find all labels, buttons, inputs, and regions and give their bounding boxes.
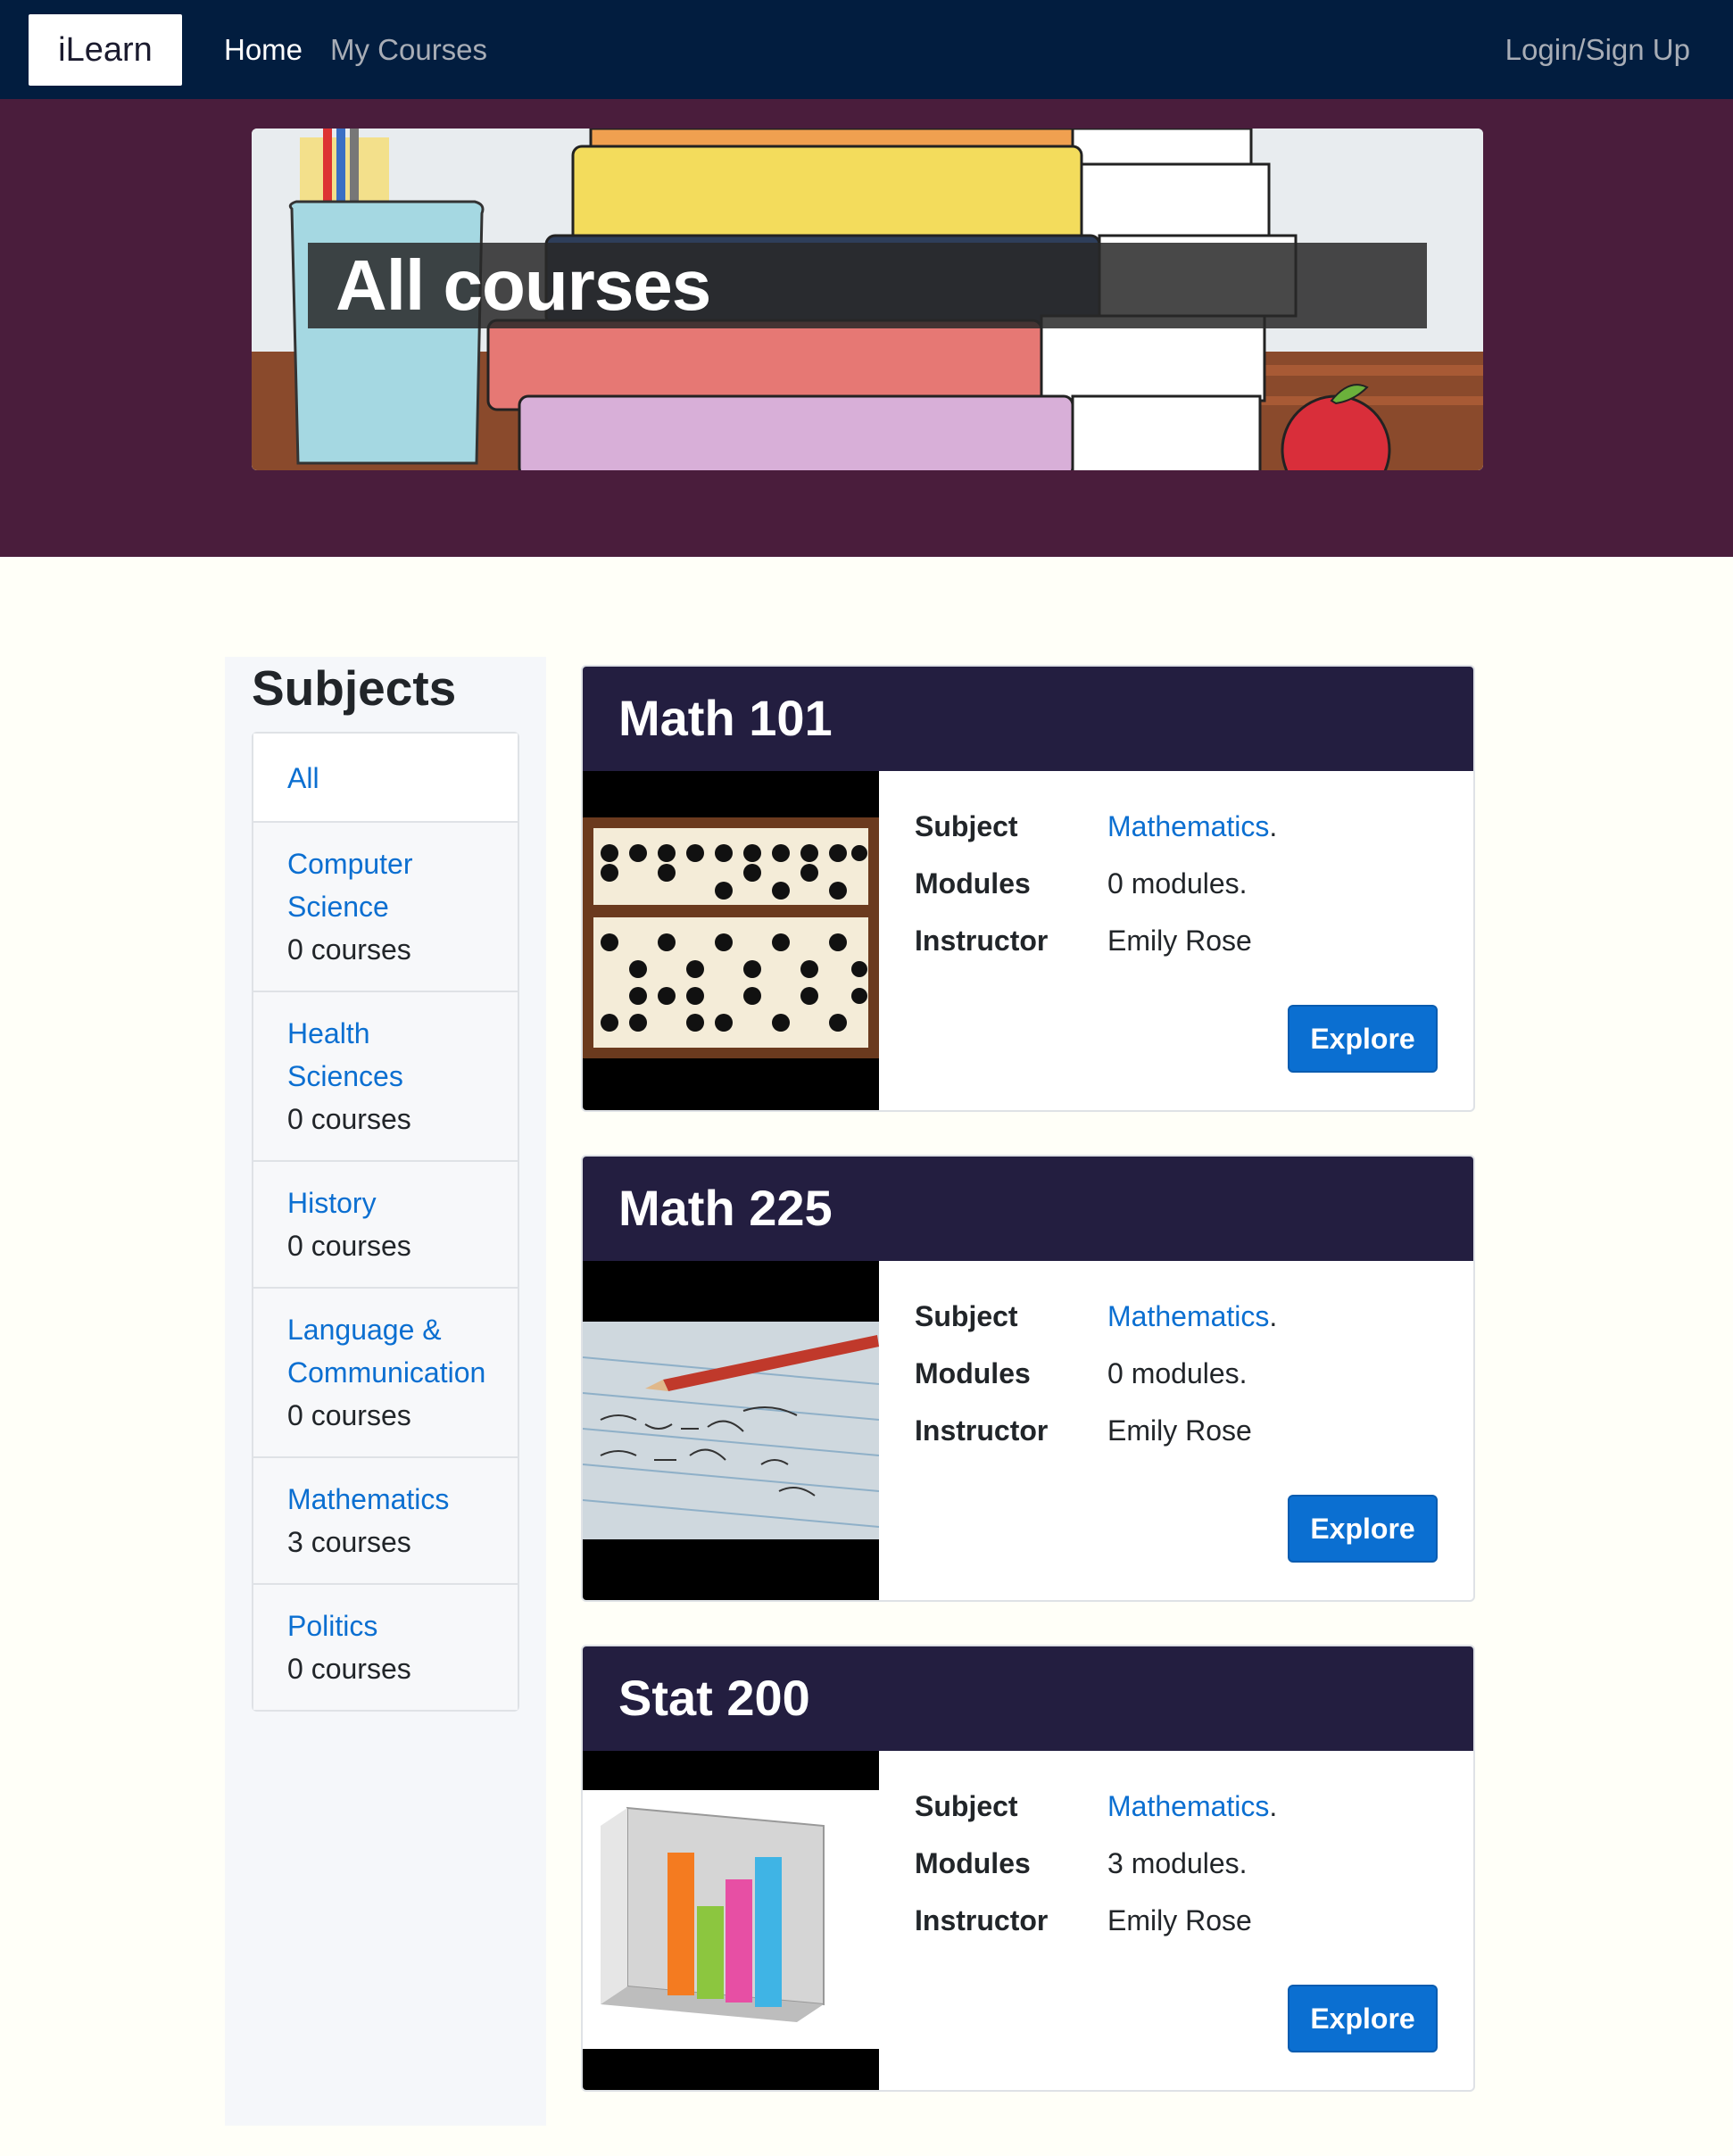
explore-button[interactable]: Explore [1288,1005,1438,1073]
subject-item-history[interactable]: History 0 courses [253,1160,518,1287]
subject-link[interactable]: Politics [287,1605,484,1647]
login-signup-link[interactable]: Login/Sign Up [1505,30,1690,70]
instructor-label: Instructor [915,925,1049,957]
course-title: Math 101 [618,690,833,746]
instructor-value: Emily Rose [1107,925,1252,957]
hero-banner-image: All courses [252,129,1483,470]
instructor-label: Instructor [915,1904,1049,1936]
instructor-value: Emily Rose [1107,1904,1252,1936]
modules-value: 0 modules. [1107,1357,1248,1389]
modules-value: 0 modules. [1107,867,1248,900]
subject-link[interactable]: History [287,1182,484,1224]
subject-item-mathematics[interactable]: Mathematics 3 courses [253,1456,518,1583]
course-card-header: Math 225 [583,1157,1473,1261]
instructor-value: Emily Rose [1107,1414,1252,1447]
course-card-header: Math 101 [583,667,1473,771]
subject-count: 0 courses [287,1103,411,1135]
subject-label: Subject [915,810,1018,842]
course-card: Math 225 Subject Mathematics. Modules 0 … [581,1155,1475,1602]
pencil-notes-image [583,1261,879,1600]
subjects-heading: Subjects [252,660,457,716]
subject-link[interactable]: Mathematics [1107,1300,1269,1332]
course-card: Stat 200 Subject Mathematics. Modules 3 … [581,1645,1475,2092]
course-title: Stat 200 [618,1670,810,1726]
nav-link-home[interactable]: Home [224,30,303,70]
subject-item-politics[interactable]: Politics 0 courses [253,1583,518,1710]
course-title: Math 225 [618,1180,833,1236]
bar-chart-image [583,1751,879,2090]
subject-link[interactable]: All [287,757,484,800]
hero-title-overlay: All courses [308,243,1427,328]
hero-section: All courses [0,99,1733,557]
subject-count: 0 courses [287,1399,411,1431]
subject-link[interactable]: Computer Science [287,842,430,928]
subject-count: 0 courses [287,933,411,966]
modules-label: Modules [915,867,1031,900]
course-card-body: Subject Mathematics. Modules 3 modules. … [583,1751,1473,2090]
course-card-body: Subject Mathematics. Modules 0 modules. … [583,1261,1473,1600]
course-card-header: Stat 200 [583,1646,1473,1751]
brand-logo[interactable]: iLearn [29,14,182,86]
modules-label: Modules [915,1357,1031,1389]
subject-link[interactable]: Mathematics [287,1478,484,1521]
subject-label: Subject [915,1790,1018,1822]
subject-count: 0 courses [287,1230,411,1262]
subject-item-health-sciences[interactable]: Health Sciences 0 courses [253,991,518,1160]
page-title: All courses [336,245,711,325]
subject-link[interactable]: Language & Communication [287,1308,502,1394]
course-card: Math 101 Subject Mathematics. Modules 0 … [581,665,1475,1112]
subject-link[interactable]: Mathematics [1107,1790,1269,1822]
subject-list: All Computer Science 0 courses Health Sc… [252,732,519,1712]
explore-button[interactable]: Explore [1288,1495,1438,1563]
subject-link[interactable]: Mathematics [1107,810,1269,842]
subject-item-computer-science[interactable]: Computer Science 0 courses [253,821,518,991]
course-card-body: Subject Mathematics. Modules 0 modules. … [583,771,1473,1110]
subject-item-language-communication[interactable]: Language & Communication 0 courses [253,1287,518,1456]
subject-link[interactable]: Health Sciences [287,1012,430,1098]
subject-count: 0 courses [287,1653,411,1685]
abacus-image [583,771,879,1110]
explore-button[interactable]: Explore [1288,1985,1438,2052]
top-navbar: iLearn Home My Courses Login/Sign Up [0,0,1733,99]
modules-label: Modules [915,1847,1031,1879]
instructor-label: Instructor [915,1414,1049,1447]
subject-label: Subject [915,1300,1018,1332]
subject-count: 3 courses [287,1526,411,1558]
modules-value: 3 modules. [1107,1847,1248,1879]
subject-item-all[interactable]: All [253,734,518,821]
nav-link-my-courses[interactable]: My Courses [330,30,487,70]
